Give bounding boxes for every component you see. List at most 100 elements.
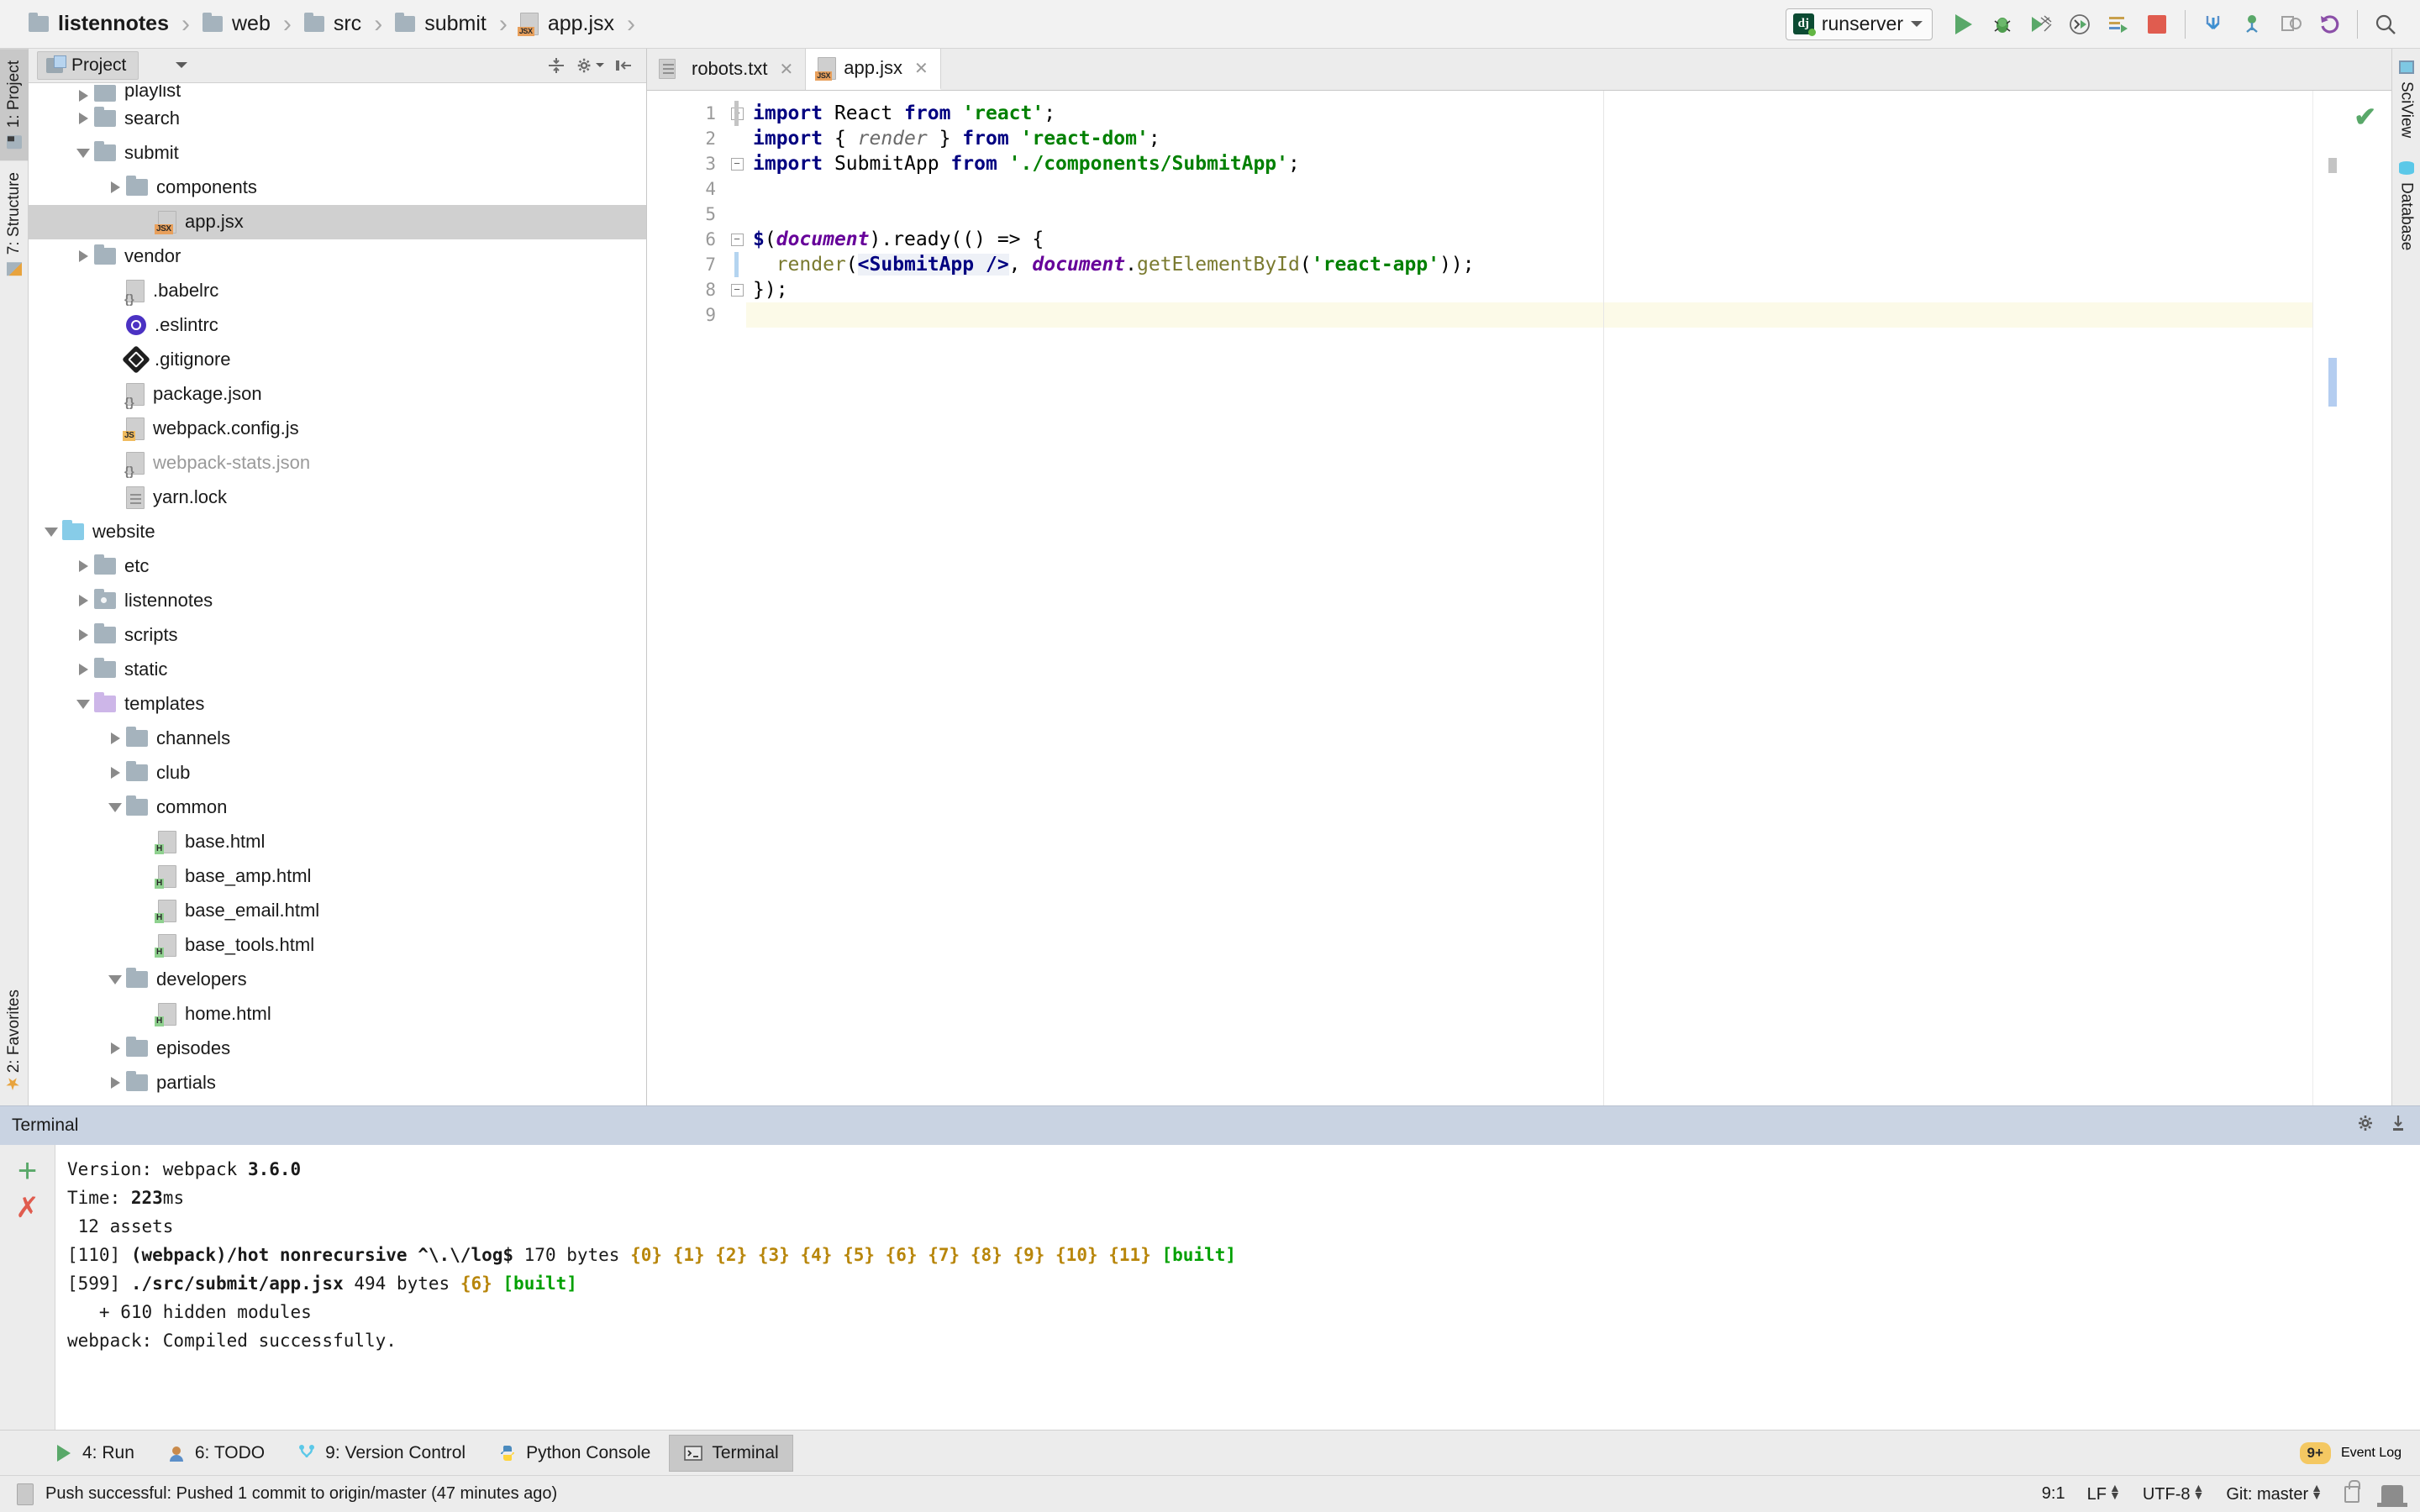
collapse-all-button[interactable]	[542, 53, 571, 78]
chevron-right-icon[interactable]	[72, 560, 94, 572]
tool-button-python-console[interactable]: Python Console	[484, 1435, 664, 1472]
tree-item-search[interactable]: search	[29, 102, 646, 136]
tool-button-version-control[interactable]: 9: Version Control	[283, 1435, 479, 1472]
rollback-button[interactable]	[2310, 5, 2349, 44]
chevron-down-icon[interactable]	[104, 975, 126, 984]
sidebar-item-structure[interactable]: 7: Structure	[0, 160, 29, 287]
tree-item-package-json[interactable]: package.json	[29, 377, 646, 412]
code-content[interactable]: import React from 'react'; import { rend…	[746, 91, 2312, 1105]
tree-item-club[interactable]: club	[29, 756, 646, 790]
tree-item-playlists[interactable]: playlists	[29, 1100, 646, 1105]
tree-item-website[interactable]: website	[29, 515, 646, 549]
search-everywhere-button[interactable]	[2366, 5, 2405, 44]
terminal-body[interactable]: + ✗ Version: webpack 3.6.0 Time: 223ms 1…	[0, 1145, 2420, 1430]
caret-position[interactable]: 9:1	[2042, 1484, 2065, 1504]
chevron-right-icon[interactable]	[72, 595, 94, 606]
sidebar-item-sciview[interactable]: SciView	[2392, 49, 2420, 150]
tree-item-listennotes[interactable]: listennotes	[29, 584, 646, 618]
code-folding-gutter[interactable]: − − − −	[728, 91, 746, 1105]
settings-button[interactable]	[2356, 1113, 2376, 1138]
chevron-down-icon[interactable]	[72, 700, 94, 709]
breadcrumb-item-appjsx[interactable]: app.jsx	[520, 12, 614, 36]
close-icon[interactable]: ✕	[914, 58, 929, 79]
tree-item-base-tools-html[interactable]: Hbase_tools.html	[29, 928, 646, 963]
hide-panel-button[interactable]	[2388, 1113, 2408, 1138]
stop-button[interactable]	[2138, 5, 2176, 44]
tree-item-webpack-config-js[interactable]: JSwebpack.config.js	[29, 412, 646, 446]
line-separator-selector[interactable]: LF▲▼	[2087, 1484, 2121, 1504]
tree-item-base-email-html[interactable]: Hbase_email.html	[29, 894, 646, 928]
sidebar-item-project[interactable]: 1: Project	[0, 49, 29, 160]
update-project-button[interactable]	[2194, 5, 2233, 44]
unlocked-icon[interactable]	[2344, 1486, 2360, 1503]
chevron-right-icon[interactable]	[72, 90, 94, 102]
event-log-button[interactable]: 9+ Event Log	[2300, 1442, 2420, 1464]
tree-item-playlist[interactable]: playlist	[29, 85, 646, 102]
chevron-down-icon[interactable]	[40, 528, 62, 537]
tree-item--gitignore[interactable]: .gitignore	[29, 343, 646, 377]
sidebar-item-favorites[interactable]: ★ 2: Favorites	[0, 978, 29, 1105]
commit-button[interactable]	[2233, 5, 2271, 44]
chevron-right-icon[interactable]	[104, 181, 126, 193]
branch-selector[interactable]: Git: master▲▼	[2226, 1484, 2323, 1504]
chevron-right-icon[interactable]	[104, 1042, 126, 1054]
tree-item-app-jsx[interactable]: JSXapp.jsx	[29, 205, 646, 239]
editor-marker-gutter[interactable]: ✔	[2312, 91, 2391, 1105]
chevron-right-icon[interactable]	[104, 1077, 126, 1089]
fold-icon[interactable]: −	[731, 284, 744, 297]
chevron-right-icon[interactable]	[72, 664, 94, 675]
run-manage-task-button[interactable]	[2099, 5, 2138, 44]
push-button[interactable]	[2271, 5, 2310, 44]
chevron-right-icon[interactable]	[72, 629, 94, 641]
tree-item-channels[interactable]: channels	[29, 722, 646, 756]
chevron-down-icon[interactable]	[104, 803, 126, 812]
tool-button-todo[interactable]: 6: TODO	[153, 1435, 278, 1472]
hide-panel-button[interactable]	[609, 53, 638, 78]
tool-button-terminal[interactable]: Terminal	[669, 1435, 792, 1472]
fold-icon[interactable]: −	[731, 234, 744, 246]
fold-icon[interactable]: −	[731, 158, 744, 171]
green-check-icon[interactable]: ✔	[2354, 101, 2376, 133]
tool-button-run[interactable]: 4: Run	[40, 1435, 148, 1472]
breadcrumb-item-web[interactable]: web	[203, 12, 271, 36]
chevron-right-icon[interactable]	[104, 767, 126, 779]
tree-item--babelrc[interactable]: .babelrc	[29, 274, 646, 308]
breadcrumb-item-src[interactable]: src	[304, 12, 361, 36]
close-session-button[interactable]: ✗	[15, 1197, 39, 1219]
run-button[interactable]	[1944, 5, 1983, 44]
code-editor[interactable]: 123456789 − − − − import React from 'rea…	[647, 91, 2391, 1105]
tree-item--eslintrc[interactable]: .eslintrc	[29, 308, 646, 343]
chevron-right-icon[interactable]	[72, 250, 94, 262]
tree-item-home-html[interactable]: Hhome.html	[29, 997, 646, 1032]
tree-item-templates[interactable]: templates	[29, 687, 646, 722]
tree-item-webpack-stats-json[interactable]: webpack-stats.json	[29, 446, 646, 480]
editor-tab-robots[interactable]: robots.txt ✕	[647, 48, 806, 90]
project-view-tab[interactable]: Project	[37, 51, 139, 80]
close-icon[interactable]: ✕	[779, 59, 793, 80]
encoding-selector[interactable]: UTF-8▲▼	[2143, 1484, 2205, 1504]
editor-tab-appjsx[interactable]: app.jsx ✕	[806, 48, 940, 90]
new-session-button[interactable]: +	[18, 1160, 37, 1182]
tree-item-vendor[interactable]: vendor	[29, 239, 646, 274]
chevron-right-icon[interactable]	[72, 113, 94, 124]
breadcrumb-item-submit[interactable]: submit	[395, 12, 487, 36]
run-configuration-selector[interactable]: dj runserver	[1786, 8, 1933, 40]
tree-item-base-html[interactable]: Hbase.html	[29, 825, 646, 859]
chevron-down-icon[interactable]	[176, 62, 187, 68]
debug-button[interactable]	[1983, 5, 2022, 44]
tree-item-partials[interactable]: partials	[29, 1066, 646, 1100]
project-tree[interactable]: playlistsearchsubmitcomponentsJSXapp.jsx…	[29, 83, 646, 1105]
chevron-down-icon[interactable]	[72, 149, 94, 158]
chevron-right-icon[interactable]	[104, 732, 126, 744]
tree-item-base-amp-html[interactable]: Hbase_amp.html	[29, 859, 646, 894]
run-with-console-button[interactable]	[2060, 5, 2099, 44]
tree-item-etc[interactable]: etc	[29, 549, 646, 584]
tree-item-yarn-lock[interactable]: yarn.lock	[29, 480, 646, 515]
tree-item-submit[interactable]: submit	[29, 136, 646, 171]
settings-button[interactable]	[576, 53, 604, 78]
tree-item-static[interactable]: static	[29, 653, 646, 687]
sidebar-item-database[interactable]: Database	[2392, 150, 2420, 262]
tree-item-episodes[interactable]: episodes	[29, 1032, 646, 1066]
hector-icon[interactable]	[2381, 1485, 2403, 1504]
notification-icon[interactable]	[17, 1483, 34, 1505]
